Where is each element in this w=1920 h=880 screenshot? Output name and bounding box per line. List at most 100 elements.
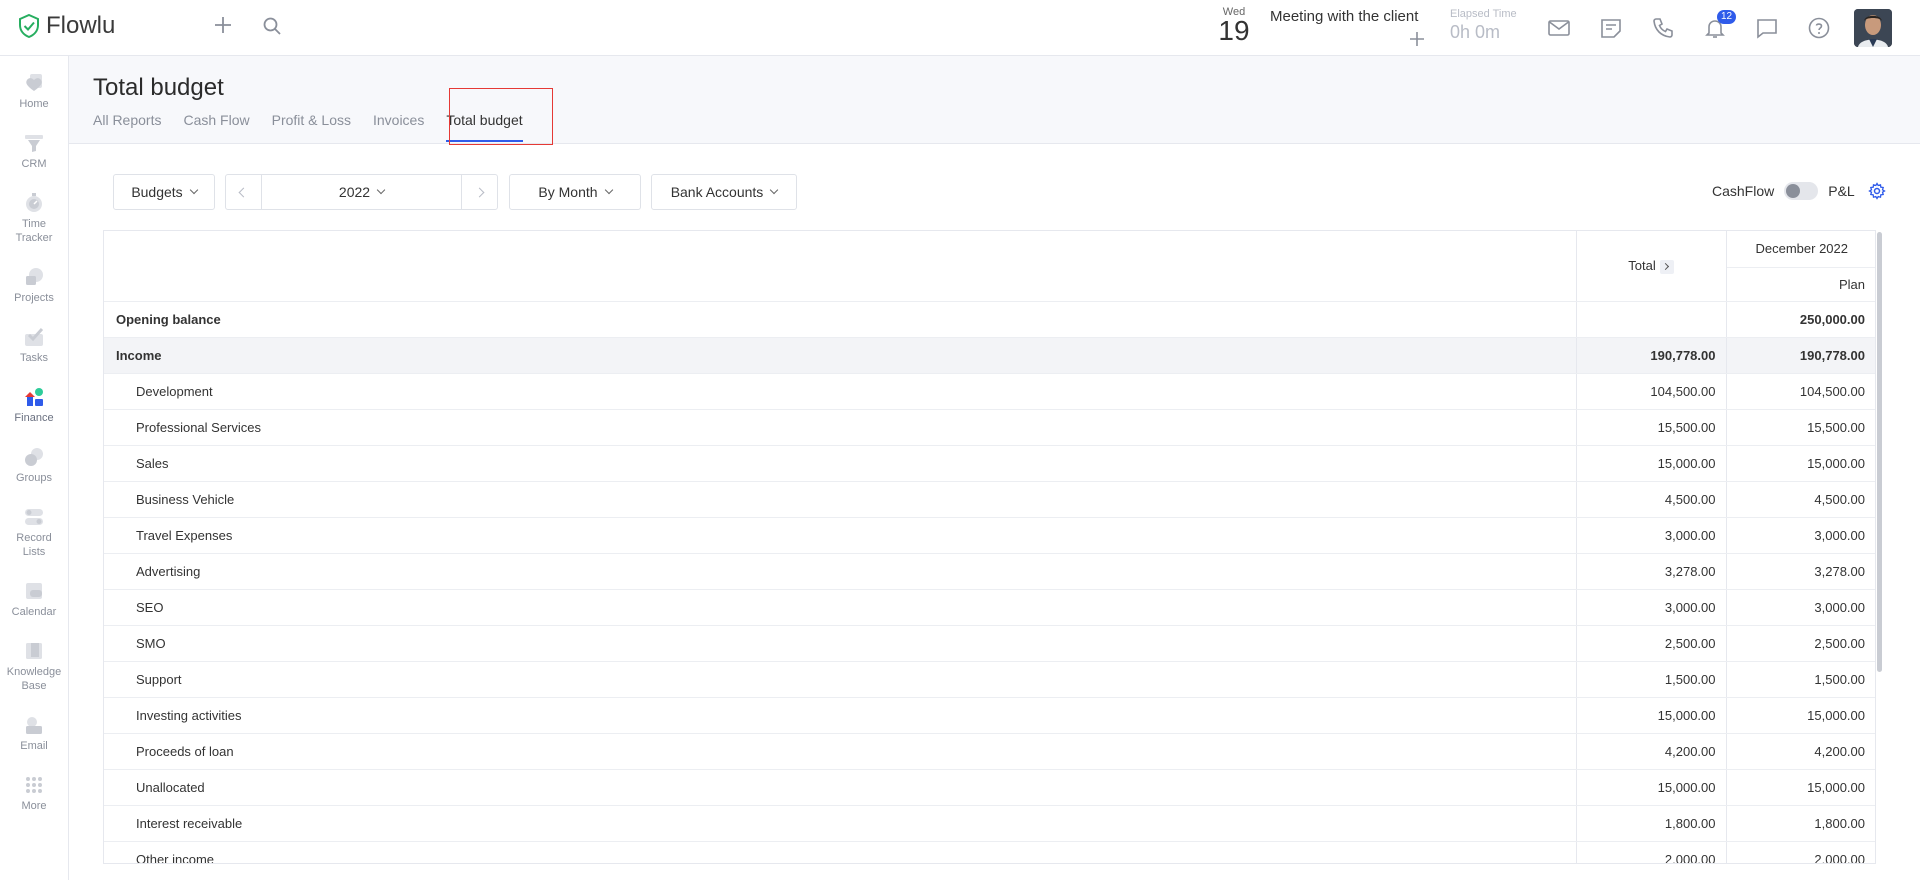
chevron-down-icon (604, 185, 613, 195)
row-total: 15,000.00 (1576, 697, 1727, 734)
row-total: 3,000.00 (1576, 517, 1727, 554)
chat-icon[interactable] (1755, 16, 1779, 40)
row-plan: 2,500.00 (1726, 625, 1875, 662)
page-header: Total budget All Reports Cash Flow Profi… (69, 56, 1920, 144)
sidebar-item-more[interactable]: More (0, 774, 68, 813)
grid-dots-icon (26, 777, 42, 793)
cashflow-pl-switch[interactable] (1784, 182, 1819, 200)
sidebar-item-home[interactable]: Home (0, 72, 68, 111)
table-row[interactable]: Professional Services 15,500.00 15,500.00 (104, 409, 1875, 446)
gear-icon[interactable] (1868, 182, 1886, 200)
elapsed-label: Elapsed Time (1450, 8, 1517, 20)
sidebar-item-calendar[interactable]: Calendar (0, 580, 68, 619)
table-row[interactable]: Advertising 3,278.00 3,278.00 (104, 553, 1875, 590)
projects-icon (26, 268, 43, 285)
report-mode-toggle: CashFlow P&L (1712, 182, 1855, 200)
sidebar: Home CRM Time Tracker Projects Tasks Fin… (0, 56, 69, 880)
help-icon[interactable] (1807, 16, 1831, 40)
check-shield-icon (19, 14, 39, 38)
current-date: Wed 19 (1216, 6, 1252, 45)
budget-table: Total December 2022 Plan Opening balance… (103, 230, 1876, 864)
table-row[interactable]: Development 104,500.00 104,500.00 (104, 373, 1875, 410)
sidebar-item-time-tracker[interactable]: Time Tracker (0, 192, 68, 245)
row-total: 1,500.00 (1576, 661, 1727, 698)
row-total: 2,500.00 (1576, 625, 1727, 662)
app-logo[interactable]: Flowlu (18, 12, 115, 40)
budgets-dropdown[interactable]: Budgets (113, 174, 215, 210)
switch-knob (1786, 184, 1801, 198)
sidebar-item-groups[interactable]: Groups (0, 446, 68, 485)
groups-icon (25, 448, 43, 466)
row-plan: 250,000.00 (1726, 301, 1875, 338)
row-category: Other income (104, 841, 1577, 863)
user-avatar[interactable] (1854, 9, 1892, 47)
row-plan: 104,500.00 (1726, 373, 1875, 410)
row-category: SEO (104, 589, 1577, 626)
total-header-label: Total (1628, 257, 1656, 273)
year-selector[interactable]: 2022 (261, 174, 462, 210)
bank-accounts-dropdown[interactable]: Bank Accounts (651, 174, 797, 210)
sidebar-item-label: Record Lists (16, 532, 52, 558)
row-plan: 4,500.00 (1726, 481, 1875, 518)
table-row[interactable]: SMO 2,500.00 2,500.00 (104, 625, 1875, 662)
row-plan: 1,500.00 (1726, 661, 1875, 698)
table-row[interactable]: Interest receivable 1,800.00 1,800.00 (104, 805, 1875, 842)
table-row[interactable]: Sales 15,000.00 15,000.00 (104, 445, 1875, 482)
sidebar-item-label: CRM (21, 158, 47, 170)
mail-icon[interactable] (1547, 16, 1571, 40)
row-plan: 190,778.00 (1726, 337, 1875, 374)
period-dropdown[interactable]: By Month (509, 174, 641, 210)
table-row[interactable]: SEO 3,000.00 3,000.00 (104, 589, 1875, 626)
tab-invoices[interactable]: Invoices (373, 112, 424, 142)
year-label: 2022 (338, 184, 371, 200)
prev-year-button[interactable] (225, 174, 262, 210)
tab-all-reports[interactable]: All Reports (93, 112, 161, 142)
table-row[interactable]: Support 1,500.00 1,500.00 (104, 661, 1875, 698)
table-row[interactable]: Business Vehicle 4,500.00 4,500.00 (104, 481, 1875, 518)
table-row[interactable]: Proceeds of loan 4,200.00 4,200.00 (104, 733, 1875, 770)
row-category: Support (104, 661, 1577, 698)
elapsed-timer[interactable]: Elapsed Time 0h 0m (1450, 8, 1517, 43)
phone-icon[interactable] (1651, 16, 1675, 40)
table-scrollbar[interactable] (1877, 232, 1882, 672)
chevron-right-icon (474, 187, 485, 197)
table-row[interactable]: Investing activities 15,000.00 15,000.00 (104, 697, 1875, 734)
sidebar-item-finance[interactable]: Finance (0, 386, 68, 425)
table-row[interactable]: Opening balance 250,000.00 (104, 301, 1875, 338)
total-column-header[interactable]: Total (1576, 231, 1727, 302)
search-icon[interactable] (262, 16, 282, 36)
notes-icon[interactable] (1599, 16, 1623, 40)
row-category: Income (104, 337, 1577, 374)
notifications[interactable]: 12 (1703, 10, 1737, 40)
tab-profit-loss[interactable]: Profit & Loss (272, 112, 351, 142)
table-row[interactable]: Travel Expenses 3,000.00 3,000.00 (104, 517, 1875, 554)
event-title[interactable]: Meeting with the client (1270, 8, 1418, 25)
sidebar-item-crm[interactable]: CRM (0, 132, 68, 171)
chevron-down-icon (376, 185, 386, 195)
budgets-label: Budgets (131, 184, 183, 200)
row-category: Unallocated (104, 769, 1577, 806)
sidebar-item-record-lists[interactable]: Record Lists (0, 506, 68, 559)
upcoming-event[interactable]: Meeting with the client (1270, 8, 1424, 46)
table-row[interactable]: Other income 2,000.00 2,000.00 (104, 841, 1875, 863)
create-plus-icon[interactable] (212, 14, 234, 36)
sidebar-item-tasks[interactable]: Tasks (0, 326, 68, 365)
sidebar-item-label: More (21, 800, 47, 812)
expand-arrow-icon[interactable] (1659, 259, 1674, 274)
table-body: Opening balance 250,000.00 Income 190,778.0… (104, 301, 1875, 863)
elapsed-value: 0h 0m (1450, 22, 1501, 42)
next-year-button[interactable] (461, 174, 498, 210)
sidebar-item-label: Tasks (19, 352, 49, 364)
table-row[interactable]: Income 190,778.00 190,778.00 (104, 337, 1875, 374)
add-event-plus-icon[interactable] (1408, 30, 1426, 48)
row-category: Travel Expenses (104, 517, 1577, 554)
tab-cash-flow[interactable]: Cash Flow (183, 112, 249, 142)
sidebar-item-knowledge-base[interactable]: Knowledge Base (0, 640, 68, 693)
row-category: Opening balance (104, 301, 1577, 338)
table-row[interactable]: Unallocated 15,000.00 15,000.00 (104, 769, 1875, 806)
page-title: Total budget (93, 74, 224, 101)
book-icon (26, 643, 42, 659)
sidebar-item-email[interactable]: Email (0, 714, 68, 753)
sidebar-item-projects[interactable]: Projects (0, 266, 68, 305)
email-icon (26, 717, 42, 734)
